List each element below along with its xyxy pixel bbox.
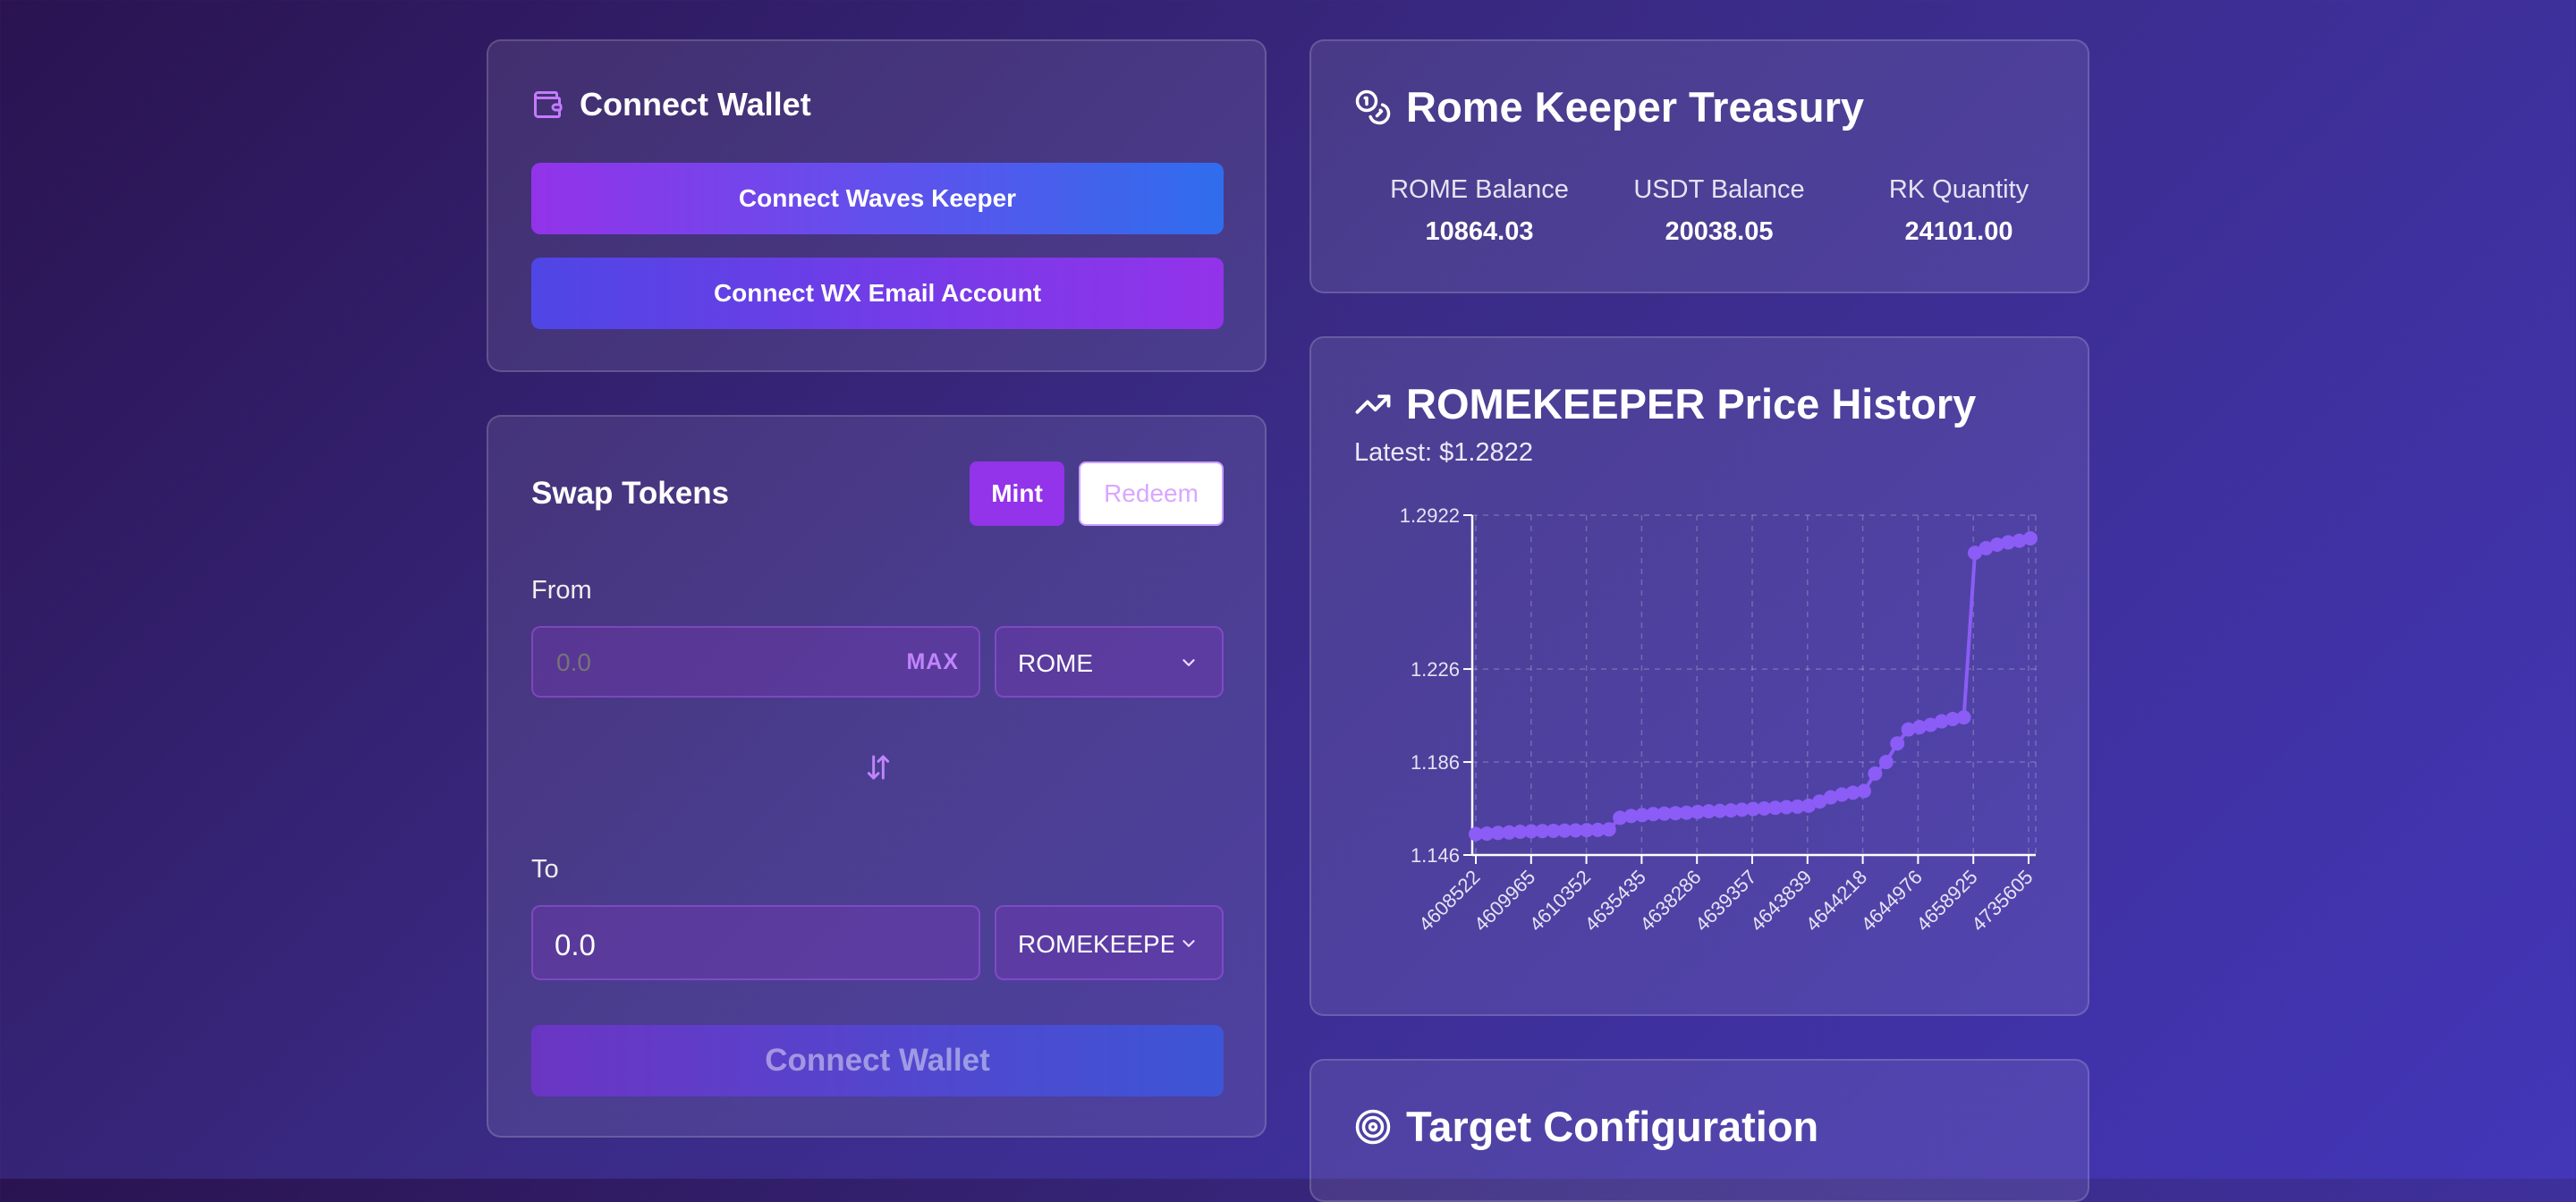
- usdt-balance-stat: USDT Balance 20038.05: [1612, 175, 1826, 247]
- y-tick-label: 1.186: [1411, 751, 1460, 774]
- connect-waves-keeper-label: Connect Waves Keeper: [738, 184, 1017, 212]
- chevron-down-icon: [1179, 653, 1199, 677]
- connect-wallet-title: Connect Wallet: [580, 86, 811, 123]
- price-point: [1601, 822, 1616, 837]
- price-point: [1868, 766, 1883, 782]
- rome-balance-label: ROME Balance: [1390, 175, 1569, 204]
- target-configuration-header: Target Configuration: [1354, 1102, 1818, 1151]
- redeem-tab-button[interactable]: Redeem: [1079, 461, 1224, 526]
- price-point: [1857, 783, 1871, 799]
- rk-quantity-value: 24101.00: [1904, 217, 2013, 246]
- swap-direction-icon[interactable]: [864, 753, 893, 782]
- to-token-value: ROMEKEEPER: [1018, 930, 1174, 958]
- connect-wallet-card: Connect Wallet Connect Waves Keeper Conn…: [487, 39, 1267, 372]
- to-amount-value: 0.0: [555, 928, 596, 961]
- rk-quantity-stat: RK Quantity 24101.00: [1852, 175, 2066, 247]
- target-configuration-card: Target Configuration: [1309, 1059, 2089, 1202]
- swap-tokens-title: Swap Tokens: [531, 476, 730, 511]
- mint-tab-button[interactable]: Mint: [970, 461, 1064, 526]
- from-amount-field: MAX: [531, 626, 980, 698]
- x-tick-label: 4735605: [1967, 866, 2037, 935]
- connect-wx-email-button[interactable]: Connect WX Email Account: [531, 258, 1224, 329]
- from-token-value: ROME: [1018, 649, 1093, 677]
- usdt-balance-label: USDT Balance: [1633, 175, 1805, 204]
- to-amount-field[interactable]: 0.0: [531, 905, 980, 980]
- usdt-balance-value: 20038.05: [1665, 217, 1774, 246]
- price-history-title: ROMEKEEPER Price History: [1406, 380, 1977, 427]
- swap-connect-wallet-label: Connect Wallet: [765, 1043, 990, 1078]
- treasury-title: Rome Keeper Treasury: [1406, 83, 1865, 131]
- price-history-header: ROMEKEEPER Price History: [1354, 379, 1976, 428]
- to-token-select[interactable]: ROMEKEEPER: [995, 905, 1224, 980]
- connect-wallet-header: Connect Wallet: [531, 86, 811, 123]
- y-tick-label: 1.2922: [1400, 504, 1460, 527]
- latest-price: Latest: $1.2822: [1354, 438, 1533, 467]
- trending-up-icon: [1354, 385, 1392, 423]
- price-point: [1956, 710, 1971, 725]
- connect-wx-email-label: Connect WX Email Account: [713, 279, 1042, 307]
- from-label: From: [531, 576, 592, 605]
- redeem-tab-label: Redeem: [1104, 479, 1199, 507]
- rome-balance-value: 10864.03: [1425, 217, 1534, 246]
- chevron-down-icon: [1179, 934, 1199, 958]
- rk-quantity-label: RK Quantity: [1888, 175, 2029, 204]
- treasury-header: Rome Keeper Treasury: [1354, 82, 1864, 131]
- treasury-card: Rome Keeper Treasury ROME Balance 10864.…: [1309, 39, 2089, 293]
- max-button[interactable]: MAX: [906, 649, 959, 675]
- coins-icon: [1354, 89, 1392, 126]
- swap-connect-wallet-button[interactable]: Connect Wallet: [531, 1025, 1224, 1096]
- price-point: [2023, 530, 2038, 546]
- mint-tab-label: Mint: [991, 479, 1043, 507]
- wallet-icon: [531, 89, 564, 121]
- price-history-chart: 4608522460996546103524635435463828646393…: [1400, 504, 2038, 935]
- price-point: [1890, 736, 1905, 751]
- target-icon: [1354, 1108, 1392, 1146]
- price-history-card: ROMEKEEPER Price History Latest: $1.2822…: [1309, 336, 2089, 1016]
- connect-waves-keeper-button[interactable]: Connect Waves Keeper: [531, 163, 1224, 234]
- rome-balance-stat: ROME Balance 10864.03: [1372, 175, 1587, 247]
- price-line: [1475, 537, 2031, 836]
- swap-tokens-card: Swap Tokens Mint Redeem From MAX ROME To…: [487, 415, 1267, 1138]
- price-point: [1878, 755, 1894, 770]
- to-label: To: [531, 855, 559, 884]
- target-configuration-title: Target Configuration: [1406, 1103, 1819, 1150]
- y-tick-label: 1.146: [1411, 844, 1460, 867]
- from-amount-input[interactable]: [555, 628, 880, 698]
- from-token-select[interactable]: ROME: [995, 626, 1224, 698]
- y-tick-label: 1.226: [1411, 658, 1460, 681]
